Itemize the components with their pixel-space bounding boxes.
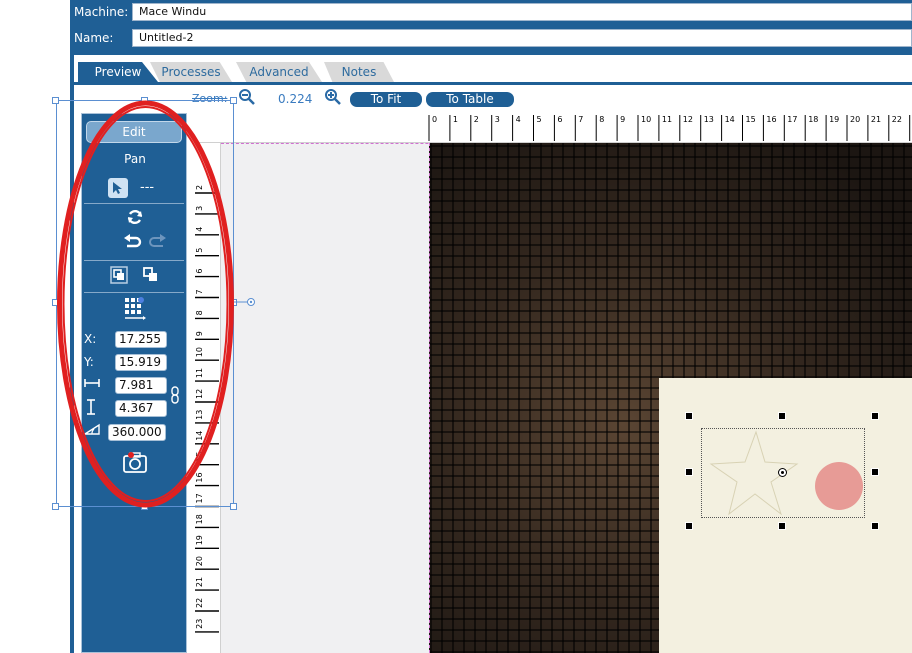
resize-handle-sw[interactable] xyxy=(685,522,693,530)
ruler-tick-label: 19 xyxy=(195,535,204,545)
ruler-tick-label: 11 xyxy=(662,115,672,124)
top-ruler: 01234567891011121314151617181920212223 xyxy=(195,113,912,143)
ruler-tick-label: 5 xyxy=(537,115,542,124)
resize-handle-ne[interactable] xyxy=(871,412,879,420)
zoom-value: 0.224 xyxy=(278,92,313,106)
ruler-tick-label: 0 xyxy=(432,115,437,124)
ruler-tick-label: 20 xyxy=(850,115,860,124)
ruler-tick-label: 14 xyxy=(725,115,735,124)
tab-notes[interactable]: Notes xyxy=(324,62,394,82)
ruler-tick-label: 8 xyxy=(599,115,604,124)
ruler-tick-label: 7 xyxy=(578,115,583,124)
ruler-tick-label: 23 xyxy=(195,619,204,629)
ruler-tick-label: 22 xyxy=(195,598,204,608)
annotation-red-ellipse xyxy=(57,100,234,508)
machine-select[interactable]: Mace Windu xyxy=(132,3,912,21)
ruler-tick-label: 9 xyxy=(620,115,625,124)
top-ruler-svg: 01234567891011121314151617181920212223 xyxy=(428,115,911,141)
ruler-tick-label: 17 xyxy=(787,115,797,124)
zoom-out-icon[interactable] xyxy=(238,88,256,110)
ruler-tick-label: 20 xyxy=(195,556,204,566)
zoom-in-icon[interactable] xyxy=(324,88,342,110)
resize-handle-n[interactable] xyxy=(778,412,786,420)
to-fit-button[interactable]: To Fit xyxy=(350,92,422,107)
ruler-tick-label: 12 xyxy=(683,115,693,124)
ruler-tick-label: 10 xyxy=(641,115,651,124)
name-row: Name: Untitled-2 xyxy=(70,26,912,50)
ruler-tick-label: 2 xyxy=(474,115,479,124)
ruler-tick-label: 4 xyxy=(516,115,521,124)
to-table-button[interactable]: To Table xyxy=(426,92,514,107)
ruler-tick-label: 18 xyxy=(195,514,204,524)
tab-processes[interactable]: Processes xyxy=(150,62,232,82)
ruler-tick-label: 21 xyxy=(871,115,881,124)
ruler-tick-label: 1 xyxy=(453,115,458,124)
ruler-tick-label: 3 xyxy=(495,115,500,124)
ruler-tick-label: 15 xyxy=(746,115,756,124)
ruler-tick-label: 13 xyxy=(704,115,714,124)
resize-handle-se[interactable] xyxy=(871,522,879,530)
resize-handle-nw[interactable] xyxy=(685,412,693,420)
resize-handle-w[interactable] xyxy=(685,468,693,476)
ruler-tick-label: 16 xyxy=(766,115,776,124)
machine-row: Machine: Mace Windu xyxy=(70,0,912,24)
ruler-tick-label: 18 xyxy=(808,115,818,124)
resize-handle-s[interactable] xyxy=(778,522,786,530)
name-input[interactable]: Untitled-2 xyxy=(132,29,912,47)
ruler-tick-label: 21 xyxy=(195,577,204,587)
selection-center-mark[interactable] xyxy=(778,468,787,477)
ruler-tick-label: 19 xyxy=(829,115,839,124)
resize-handle-e[interactable] xyxy=(871,468,879,476)
machine-label: Machine: xyxy=(74,5,129,19)
name-label: Name: xyxy=(74,31,114,45)
tab-advanced[interactable]: Advanced xyxy=(236,62,322,82)
ruler-tick-label: 22 xyxy=(892,115,902,124)
screenshot-frame: Machine: Mace Windu Name: Untitled-2 Pre… xyxy=(0,0,912,653)
ruler-tick-label: 6 xyxy=(557,115,562,124)
